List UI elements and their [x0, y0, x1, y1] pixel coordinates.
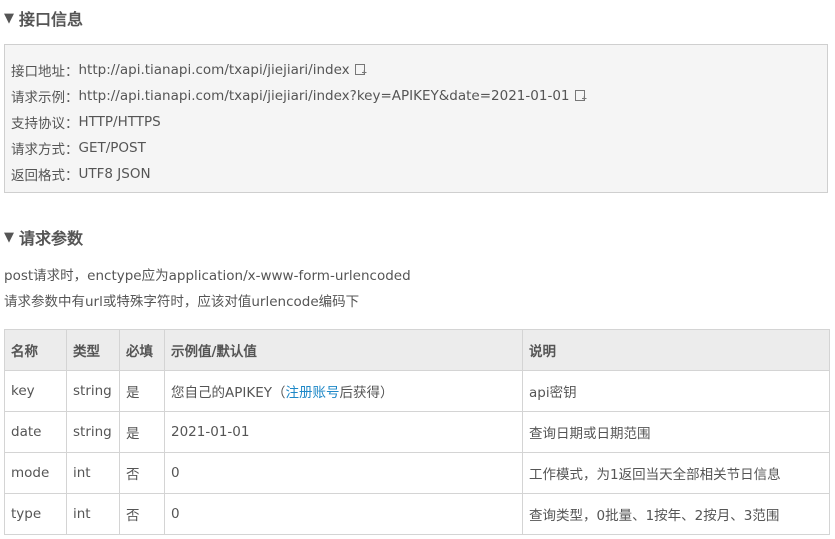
info-box: 接口地址： http://api.tianapi.com/txapi/jieji…	[4, 44, 828, 193]
example-label: 请求示例：	[11, 90, 79, 106]
cell-name: key	[4, 370, 67, 412]
example-prefix: 您自己的APIKEY（	[171, 385, 286, 401]
info-method-line: 请求方式： GET/POST	[11, 138, 146, 158]
cell-type: string	[66, 411, 120, 453]
triangle-down-icon: ▼	[4, 229, 14, 245]
triangle-down-icon: ▼	[4, 10, 14, 26]
section-title-info-text: 接口信息	[19, 10, 84, 29]
cell-example: 您自己的APIKEY（注册账号后获得）	[164, 370, 523, 412]
header-type: 类型	[66, 329, 120, 371]
copy-icon[interactable]	[574, 89, 588, 103]
cell-example: 2021-01-01	[164, 411, 523, 453]
cell-name: date	[4, 411, 67, 453]
cell-desc: 查询类型，0批量、1按年、2按月、3范围	[522, 493, 830, 535]
note-enctype: post请求时，enctype应为application/x-www-form-…	[4, 268, 411, 284]
note-urlencode: 请求参数中有url或特殊字符时，应该对值urlencode编码下	[4, 294, 360, 310]
cell-example: 0	[164, 452, 523, 494]
header-required: 必填	[119, 329, 165, 371]
method-value: GET/POST	[78, 140, 146, 156]
cell-name: mode	[4, 452, 67, 494]
format-label: 返回格式：	[11, 168, 79, 184]
example-value: http://api.tianapi.com/txapi/jiejiari/in…	[78, 88, 570, 104]
cell-example: 0	[164, 493, 523, 535]
table-row: key string 是 您自己的APIKEY（注册账号后获得） api密钥	[4, 370, 830, 412]
cell-required: 否	[119, 493, 165, 535]
protocol-label: 支持协议：	[11, 116, 79, 132]
info-format-line: 返回格式： UTF8 JSON	[11, 164, 151, 184]
example-suffix: 后获得）	[339, 385, 394, 401]
header-name: 名称	[4, 329, 67, 371]
info-address-line: 接口地址： http://api.tianapi.com/txapi/jieji…	[11, 60, 368, 80]
table-row: mode int 否 0 工作模式，为1返回当天全部相关节日信息	[4, 452, 830, 494]
register-link[interactable]: 注册账号	[286, 385, 340, 401]
header-example: 示例值/默认值	[164, 329, 523, 371]
params-table: 名称 类型 必填 示例值/默认值 说明 key string 是 您自己的API…	[4, 329, 830, 535]
cell-required: 是	[119, 411, 165, 453]
section-title-info[interactable]: ▼ 接口信息	[4, 6, 83, 30]
table-row: date string 是 2021-01-01 查询日期或日期范围	[4, 411, 830, 453]
copy-icon[interactable]	[354, 63, 368, 77]
info-example-line: 请求示例： http://api.tianapi.com/txapi/jieji…	[11, 86, 588, 106]
table-header-row: 名称 类型 必填 示例值/默认值 说明	[4, 329, 830, 371]
cell-required: 是	[119, 370, 165, 412]
cell-type: string	[66, 370, 120, 412]
cell-desc: api密钥	[522, 370, 830, 412]
method-label: 请求方式：	[11, 142, 79, 158]
protocol-value: HTTP/HTTPS	[78, 114, 161, 130]
cell-required: 否	[119, 452, 165, 494]
cell-desc: 查询日期或日期范围	[522, 411, 830, 453]
address-value: http://api.tianapi.com/txapi/jiejiari/in…	[78, 62, 350, 78]
cell-type: int	[66, 493, 120, 535]
cell-desc: 工作模式，为1返回当天全部相关节日信息	[522, 452, 830, 494]
info-protocol-line: 支持协议： HTTP/HTTPS	[11, 112, 161, 132]
table-row: type int 否 0 查询类型，0批量、1按年、2按月、3范围	[4, 493, 830, 535]
header-desc: 说明	[522, 329, 830, 371]
cell-name: type	[4, 493, 67, 535]
address-label: 接口地址：	[11, 64, 79, 80]
cell-type: int	[66, 452, 120, 494]
format-value: UTF8 JSON	[78, 166, 151, 182]
section-title-params[interactable]: ▼ 请求参数	[4, 225, 83, 249]
section-title-params-text: 请求参数	[19, 229, 84, 248]
